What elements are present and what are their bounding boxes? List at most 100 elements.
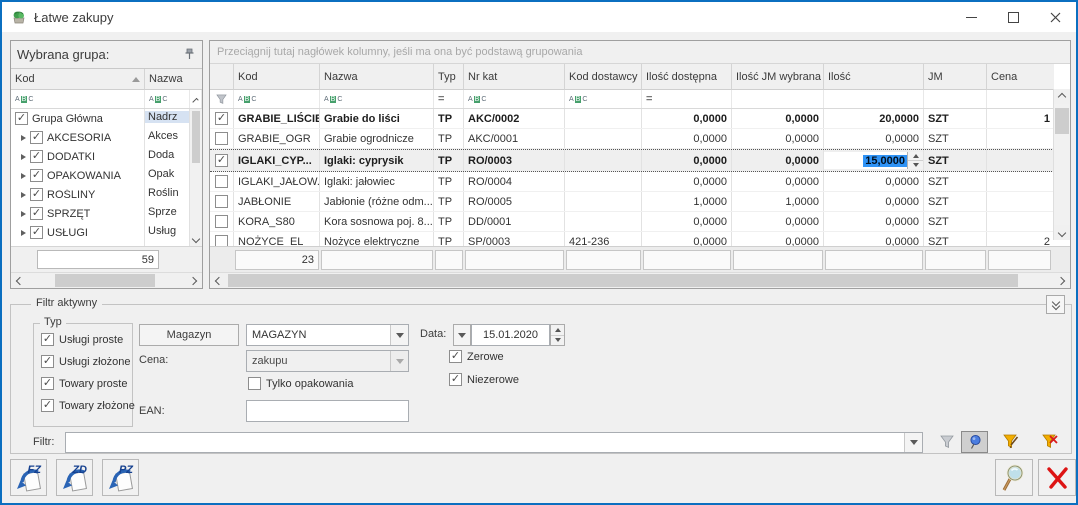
- cell-typ[interactable]: TP: [434, 109, 464, 128]
- filter-cell[interactable]: [732, 90, 824, 108]
- cell-nr-kat[interactable]: AKC/0002: [464, 109, 565, 128]
- column-header-jm[interactable]: JM: [924, 64, 987, 90]
- row-checkbox[interactable]: ✓: [215, 154, 228, 167]
- scroll-left-button[interactable]: [11, 273, 27, 288]
- expand-icon[interactable]: [21, 154, 26, 160]
- row-checkbox[interactable]: [215, 235, 228, 246]
- typ-filter-cell[interactable]: =: [434, 90, 464, 108]
- cell-jm[interactable]: SZT: [924, 129, 987, 148]
- kod-filter-cell[interactable]: ABC: [11, 90, 145, 108]
- cell-ilosc-editor[interactable]: 15,0000: [824, 150, 924, 171]
- collapse-filter-button[interactable]: [1046, 295, 1065, 314]
- spinner-up-button[interactable]: [551, 325, 564, 336]
- pz-button[interactable]: PZ: [102, 459, 139, 496]
- filter-funnel-button[interactable]: [933, 431, 960, 453]
- cell-cena[interactable]: 1: [987, 109, 1054, 128]
- cell-ilosc[interactable]: 0,0000: [824, 212, 924, 231]
- cell-nr-kat[interactable]: AKC/0001: [464, 129, 565, 148]
- column-header-kod[interactable]: Kod: [234, 64, 320, 90]
- table-row[interactable]: ✓ GRABIE_LIŚCIE Grabie do liści TP AKC/0…: [210, 109, 1070, 129]
- row-checkbox[interactable]: ✓: [30, 207, 43, 220]
- cell-jm[interactable]: SZT: [924, 109, 987, 128]
- cell-nazwa[interactable]: Iglaki: cyprysik: [320, 150, 434, 171]
- row-checkbox[interactable]: [215, 175, 228, 188]
- cell-jm[interactable]: SZT: [924, 232, 987, 246]
- tree-h-scrollbar[interactable]: [11, 272, 202, 288]
- table-row[interactable]: KORA_S80 Kora sosnowa poj. 8... TP DD/00…: [210, 212, 1070, 232]
- cell-ilosc-dostepna[interactable]: 0,0000: [642, 129, 732, 148]
- cell-cena[interactable]: 2: [987, 232, 1054, 246]
- filter-pin-button[interactable]: [961, 431, 988, 453]
- cell-nazwa[interactable]: Kora sosnowa poj. 8...: [320, 212, 434, 231]
- spinner-down-button[interactable]: [908, 161, 923, 169]
- cell-cena[interactable]: [987, 172, 1054, 191]
- cell-nazwa[interactable]: Nożyce elektryczne: [320, 232, 434, 246]
- cell-nazwa[interactable]: Grabie do liści: [320, 109, 434, 128]
- scroll-down-button[interactable]: [192, 235, 200, 243]
- scroll-thumb[interactable]: [55, 274, 155, 287]
- row-checkbox[interactable]: [215, 132, 228, 145]
- group-by-hint[interactable]: Przeciągnij tutaj nagłówek kolumny, jeśl…: [210, 41, 1070, 64]
- cell-jm[interactable]: SZT: [924, 192, 987, 211]
- cell-kod[interactable]: GRABIE_LIŚCIE: [234, 109, 320, 128]
- expand-icon[interactable]: [21, 211, 26, 217]
- filter-cell[interactable]: [987, 90, 1054, 108]
- chevron-down-icon[interactable]: [904, 433, 922, 452]
- filter-cell[interactable]: [924, 90, 987, 108]
- uslugi-proste-checkbox[interactable]: ✓ Usługi proste: [41, 333, 132, 346]
- towary-proste-checkbox[interactable]: ✓ Towary proste: [41, 377, 132, 390]
- cell-kod[interactable]: IGLAKI_CYP...: [234, 150, 320, 171]
- column-header-typ[interactable]: Typ: [434, 64, 464, 90]
- table-row-selected[interactable]: ✓ IGLAKI_CYP... Iglaki: cyprysik TP RO/0…: [210, 149, 1070, 172]
- towary-zlozone-checkbox[interactable]: ✓ Towary złożone: [41, 399, 132, 412]
- nazwa-filter-cell[interactable]: ABC: [145, 90, 190, 108]
- row-checkbox[interactable]: ✓: [30, 226, 43, 239]
- cell-jm[interactable]: SZT: [924, 172, 987, 191]
- cell-jm[interactable]: SZT: [924, 212, 987, 231]
- cell-nr-kat[interactable]: RO/0005: [464, 192, 565, 211]
- cell-kod[interactable]: GRABIE_OGR: [234, 129, 320, 148]
- cell-cena[interactable]: [987, 212, 1054, 231]
- cell-ilosc[interactable]: 0,0000: [824, 192, 924, 211]
- date-input[interactable]: 15.01.2020: [471, 324, 550, 346]
- cell-nr-kat[interactable]: DD/0001: [464, 212, 565, 231]
- cell-typ[interactable]: TP: [434, 192, 464, 211]
- row-checkbox[interactable]: ✓: [215, 112, 228, 125]
- column-header-select[interactable]: [210, 64, 234, 90]
- cell-ilosc-dostepna[interactable]: 0,0000: [642, 232, 732, 246]
- cell-kod[interactable]: IGLAKI_JAŁOW...: [234, 172, 320, 191]
- cell-kod-dostawcy[interactable]: [565, 150, 642, 171]
- cell-cena[interactable]: [987, 192, 1054, 211]
- cell-ilosc-dostepna[interactable]: 0,0000: [642, 150, 732, 171]
- scroll-thumb[interactable]: [228, 274, 1018, 287]
- kod-filter-cell[interactable]: ABC: [234, 90, 320, 108]
- row-checkbox[interactable]: ✓: [30, 150, 43, 163]
- row-checkbox[interactable]: ✓: [30, 169, 43, 182]
- filter-cell[interactable]: [824, 90, 924, 108]
- row-checkbox[interactable]: [215, 195, 228, 208]
- row-checkbox[interactable]: ✓: [30, 188, 43, 201]
- scroll-right-button[interactable]: [1054, 273, 1070, 288]
- cell-cena[interactable]: [987, 150, 1054, 171]
- column-header-kod[interactable]: Kod: [11, 69, 145, 90]
- cell-kod-dostawcy[interactable]: [565, 129, 642, 148]
- table-row[interactable]: NOŻYCE_EL Nożyce elektryczne TP SP/0003 …: [210, 232, 1070, 246]
- cell-jm[interactable]: SZT: [924, 150, 987, 171]
- filter-funnel-cell[interactable]: [210, 90, 234, 108]
- scroll-right-button[interactable]: [186, 273, 202, 288]
- filter-clear-button[interactable]: [1036, 431, 1063, 453]
- scroll-thumb[interactable]: [192, 111, 200, 163]
- cena-select[interactable]: zakupu: [246, 350, 409, 372]
- close-button[interactable]: [1034, 2, 1076, 32]
- cell-ilosc-dostepna[interactable]: 0,0000: [642, 212, 732, 231]
- scroll-down-button[interactable]: [1054, 225, 1070, 240]
- ean-input[interactable]: [246, 400, 409, 422]
- cell-nr-kat[interactable]: SP/0003: [464, 232, 565, 246]
- cell-ilosc[interactable]: 0,0000: [824, 232, 924, 246]
- date-spinner[interactable]: [550, 324, 565, 346]
- grid-h-scrollbar[interactable]: [210, 272, 1070, 288]
- cell-ilosc[interactable]: 0,0000: [824, 172, 924, 191]
- scroll-left-button[interactable]: [210, 273, 226, 288]
- magazyn-button[interactable]: Magazyn: [139, 324, 239, 346]
- cell-typ[interactable]: TP: [434, 129, 464, 148]
